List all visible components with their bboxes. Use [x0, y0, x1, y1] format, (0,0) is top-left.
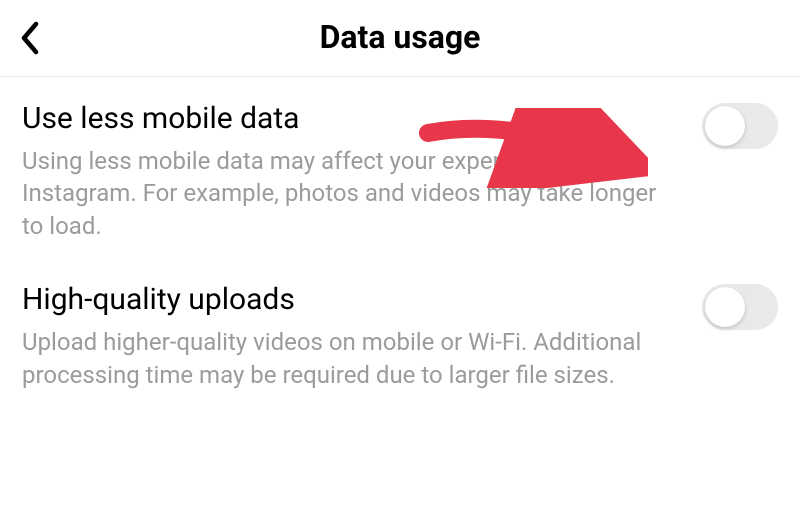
setting-description: Using less mobile data may affect your e… — [22, 145, 662, 242]
setting-title: Use less mobile data — [22, 101, 662, 137]
setting-text: High-quality uploads Upload higher-quali… — [22, 282, 702, 391]
setting-title: High-quality uploads — [22, 282, 662, 318]
setting-text: Use less mobile data Using less mobile d… — [22, 101, 702, 242]
header: Data usage — [0, 0, 800, 77]
setting-description: Upload higher-quality videos on mobile o… — [22, 326, 662, 391]
setting-row-high-quality-uploads: High-quality uploads Upload higher-quali… — [22, 282, 778, 391]
setting-row-use-less-mobile-data: Use less mobile data Using less mobile d… — [22, 101, 778, 242]
toggle-knob — [705, 106, 745, 146]
back-button[interactable] — [20, 21, 40, 55]
content: Use less mobile data Using less mobile d… — [0, 77, 800, 391]
toggle-high-quality-uploads[interactable] — [702, 284, 778, 330]
page-title: Data usage — [20, 18, 780, 56]
toggle-use-less-mobile-data[interactable] — [702, 103, 778, 149]
toggle-knob — [705, 287, 745, 327]
chevron-left-icon — [20, 21, 40, 55]
